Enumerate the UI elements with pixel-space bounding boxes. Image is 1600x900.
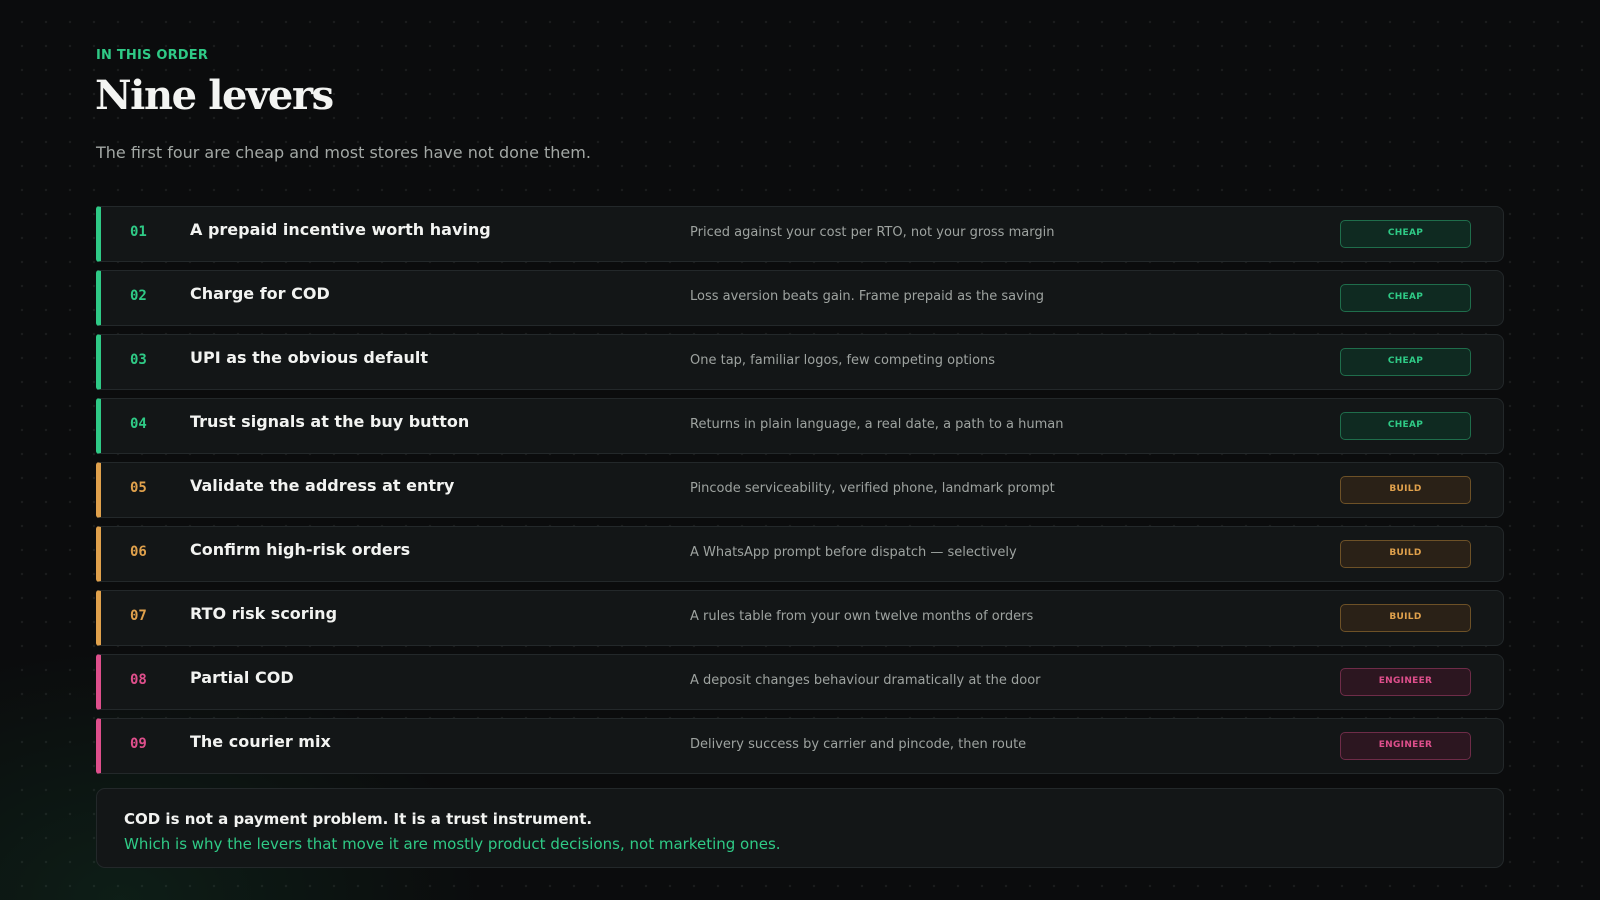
lever-title: UPI as the obvious default: [190, 348, 429, 367]
lever-number: 02: [130, 288, 147, 304]
lever-row: 03 UPI as the obvious default One tap, f…: [96, 334, 1504, 390]
cost-tag-badge: BUILD: [1340, 476, 1471, 504]
lever-title: Validate the address at entry: [190, 476, 455, 495]
cost-tag-badge: ENGINEER: [1340, 668, 1471, 696]
lever-row: 07 RTO risk scoring A rules table from y…: [96, 590, 1504, 646]
lever-note: One tap, familiar logos, few competing o…: [690, 353, 996, 368]
cost-tag-badge: BUILD: [1340, 540, 1471, 568]
lever-title: Trust signals at the buy button: [190, 412, 470, 431]
lever-note: A rules table from your own twelve month…: [690, 609, 1034, 624]
lever-note: Pincode serviceability, verified phone, …: [690, 481, 1055, 496]
lever-title: Charge for COD: [190, 284, 330, 303]
page-title: Nine levers: [95, 72, 334, 119]
lever-number: 01: [130, 224, 147, 240]
lever-number: 05: [130, 480, 147, 496]
lever-row: 08 Partial COD A deposit changes behavio…: [96, 654, 1504, 710]
cost-tag-badge: CHEAP: [1340, 220, 1471, 248]
lever-row: 01 A prepaid incentive worth having Pric…: [96, 206, 1504, 262]
lever-note: A WhatsApp prompt before dispatch — sele…: [690, 545, 1017, 560]
cost-tag-badge: CHEAP: [1340, 284, 1471, 312]
lever-row: 06 Confirm high-risk orders A WhatsApp p…: [96, 526, 1504, 582]
lever-number: 08: [130, 672, 147, 688]
lever-number: 07: [130, 608, 147, 624]
lever-list: 01 A prepaid incentive worth having Pric…: [96, 206, 1504, 782]
lever-row: 04 Trust signals at the buy button Retur…: [96, 398, 1504, 454]
page-subtitle: The first four are cheap and most stores…: [96, 143, 591, 162]
lever-title: Confirm high-risk orders: [190, 540, 411, 559]
cost-tag-badge: ENGINEER: [1340, 732, 1471, 760]
lever-note: A deposit changes behaviour dramatically…: [690, 673, 1041, 688]
lever-number: 09: [130, 736, 147, 752]
lever-title: The courier mix: [190, 732, 331, 751]
lever-title: Partial COD: [190, 668, 294, 687]
lever-row: 02 Charge for COD Loss aversion beats ga…: [96, 270, 1504, 326]
lever-title: A prepaid incentive worth having: [190, 220, 491, 239]
lever-number: 04: [130, 416, 147, 432]
lever-number: 06: [130, 544, 147, 560]
cost-tag-badge: CHEAP: [1340, 412, 1471, 440]
callout-statement: COD is not a payment problem. It is a tr…: [124, 810, 593, 828]
callout-explanation: Which is why the levers that move it are…: [124, 835, 781, 853]
lever-note: Delivery success by carrier and pincode,…: [690, 737, 1027, 752]
eyebrow-label: IN THIS ORDER: [96, 48, 209, 63]
summary-callout: COD is not a payment problem. It is a tr…: [96, 788, 1504, 868]
lever-note: Loss aversion beats gain. Frame prepaid …: [690, 289, 1044, 304]
lever-note: Returns in plain language, a real date, …: [690, 417, 1064, 432]
lever-note: Priced against your cost per RTO, not yo…: [690, 225, 1055, 240]
lever-row: 09 The courier mix Delivery success by c…: [96, 718, 1504, 774]
lever-title: RTO risk scoring: [190, 604, 338, 623]
lever-number: 03: [130, 352, 147, 368]
lever-row: 05 Validate the address at entry Pincode…: [96, 462, 1504, 518]
cost-tag-badge: BUILD: [1340, 604, 1471, 632]
cost-tag-badge: CHEAP: [1340, 348, 1471, 376]
